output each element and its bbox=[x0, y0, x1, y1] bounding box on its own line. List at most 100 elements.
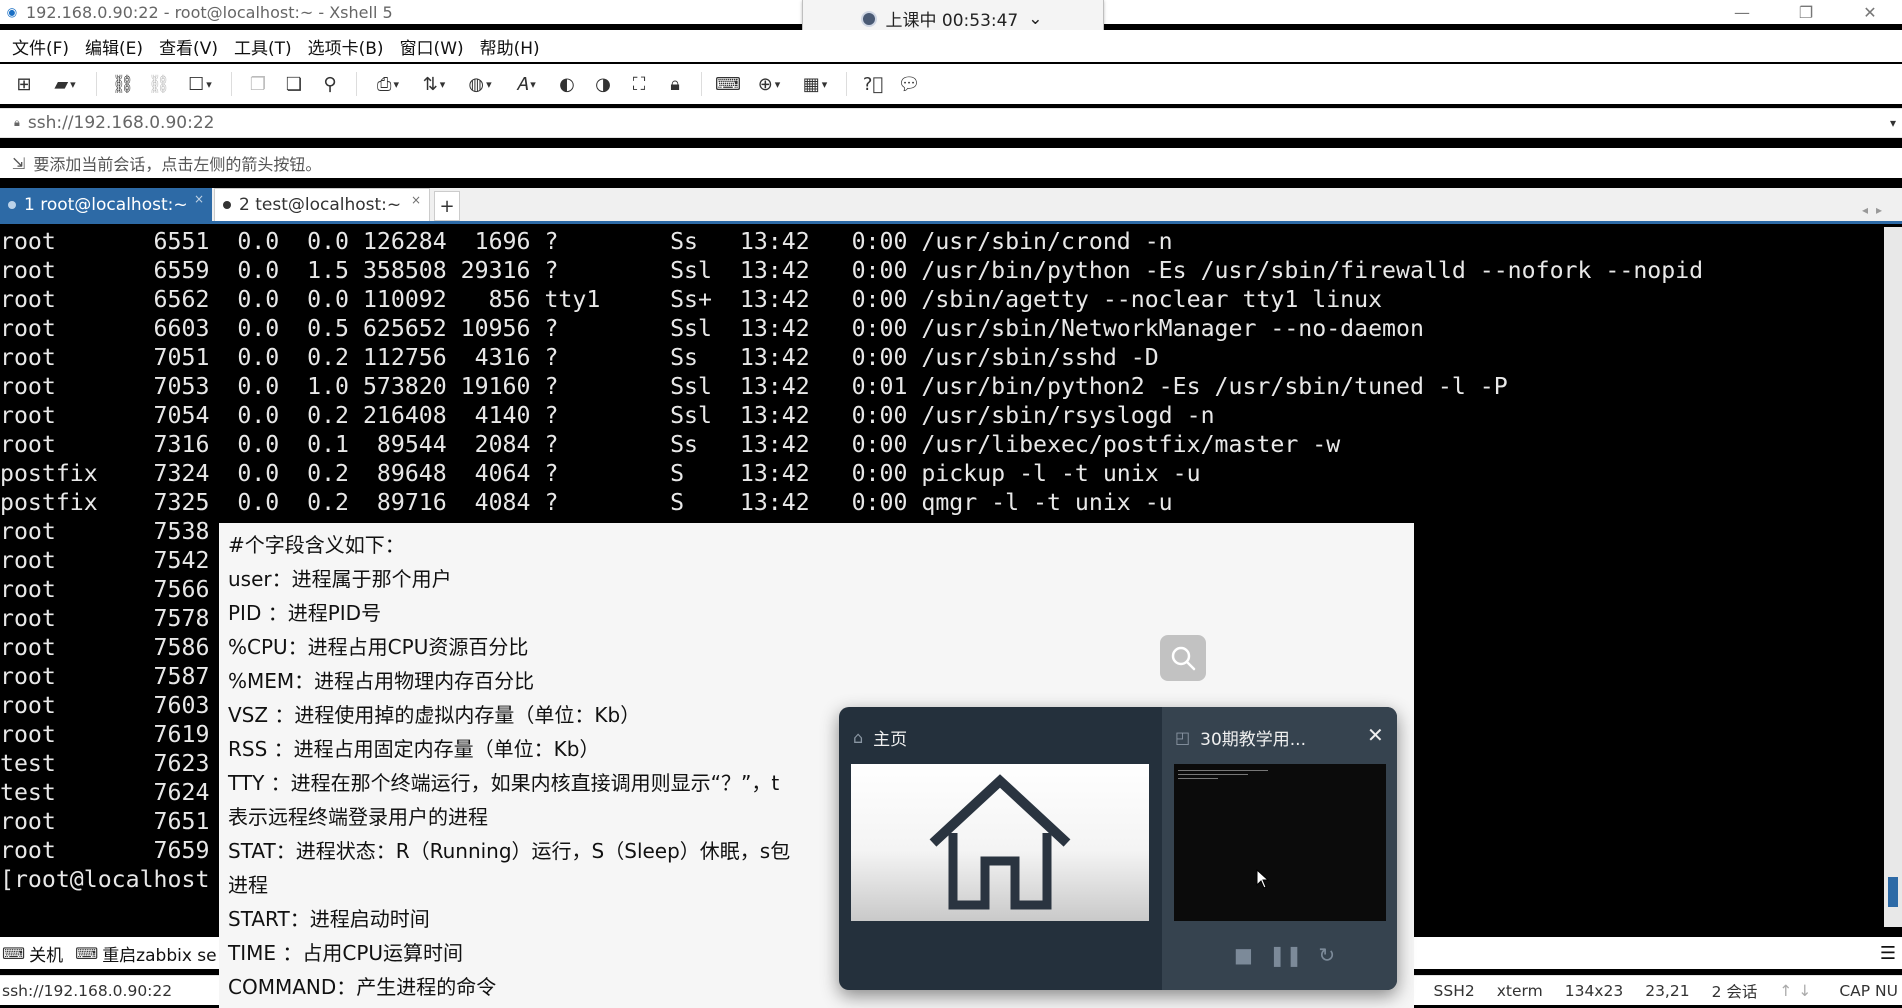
toolbar: ⊞ ▰ ⛓ ⛓ ☐ ❐ ❏ ⚲ ⎙ ⇅ ◍ 𝐴 ◐ ◑ ⛶ 🔒︎ ⌨ ⊕ ▦ ?… bbox=[0, 64, 1902, 104]
status-url: ssh://192.168.0.90:22 bbox=[2, 981, 173, 1000]
quick-command-restart-zabbix[interactable]: ⌨ 重启zabbix se bbox=[75, 941, 217, 966]
switcher-home-card-title: ⌂ 主页 bbox=[853, 725, 907, 750]
chevron-down-icon[interactable]: ⌄ bbox=[1028, 9, 1042, 29]
terminal-line: root 6551 0.0 0.0 126284 1696 ? Ss 13:42… bbox=[0, 228, 1173, 255]
toolbar-divider bbox=[356, 72, 357, 96]
find-icon[interactable]: ⚲ bbox=[316, 70, 344, 98]
paste-icon[interactable]: ❏ bbox=[280, 70, 308, 98]
session-hint-text: 要添加当前会话，点击左侧的箭头按钮。 bbox=[33, 155, 322, 174]
add-tab-button[interactable]: + bbox=[434, 191, 460, 221]
hamburger-menu-icon[interactable]: ☰ bbox=[1880, 943, 1896, 964]
window-controls: — ❐ ✕ bbox=[1710, 0, 1902, 24]
xshell-app-icon: ◉ bbox=[6, 5, 18, 19]
tab-bar: 1 root@localhost:~ × 2 test@localhost:~ … bbox=[0, 188, 1902, 224]
close-tab-icon[interactable]: × bbox=[411, 193, 421, 207]
menu-tabs[interactable]: 选项卡(B) bbox=[308, 34, 384, 59]
script-icon[interactable]: ◑ bbox=[589, 70, 617, 98]
address-url: ssh://192.168.0.90:22 bbox=[27, 113, 215, 133]
menu-tools[interactable]: 工具(T) bbox=[234, 34, 292, 59]
status-term: xterm bbox=[1496, 982, 1543, 1000]
new-tab-icon[interactable]: ⊕ bbox=[750, 70, 788, 98]
status-caps: CAP NU bbox=[1839, 982, 1898, 1000]
keyboard-icon[interactable]: ⌨ bbox=[714, 70, 742, 98]
new-session-icon[interactable]: ⊞ bbox=[10, 70, 38, 98]
fullscreen-icon[interactable]: ⛶ bbox=[625, 70, 653, 98]
connect-icon[interactable]: ⛓ bbox=[109, 70, 137, 98]
close-tab-icon[interactable]: × bbox=[194, 192, 204, 206]
lock-icon[interactable]: 🔒︎ bbox=[661, 70, 689, 98]
tab-session-2[interactable]: 2 test@localhost:~ × bbox=[214, 188, 430, 221]
copy-icon[interactable]: ❐ bbox=[244, 70, 272, 98]
terminal-scrollbar[interactable] bbox=[1884, 227, 1902, 927]
thumbnail-text-line bbox=[1178, 774, 1248, 775]
status-size: 134x23 bbox=[1564, 982, 1624, 1000]
note-line: user：进程属于那个用户 bbox=[228, 567, 452, 591]
session-nav-arrows[interactable]: ↑↓ bbox=[1779, 982, 1817, 1000]
print-icon[interactable]: ⎙ bbox=[369, 70, 407, 98]
tab-status-icon bbox=[8, 200, 16, 209]
switcher-window-thumbnail[interactable] bbox=[1174, 764, 1386, 921]
tab-label: 2 test@localhost:~ bbox=[239, 195, 402, 215]
maximize-button[interactable]: ❐ bbox=[1774, 0, 1838, 24]
add-session-arrow-icon[interactable]: ⇲ bbox=[12, 154, 25, 173]
open-folder-icon[interactable]: ▰ bbox=[46, 70, 84, 98]
globe-icon[interactable]: ◍ bbox=[461, 70, 499, 98]
terminal-line: root 7316 0.0 0.1 89544 2084 ? Ss 13:42 … bbox=[0, 431, 1341, 458]
terminal-line: root 7054 0.0 0.2 216408 4140 ? Ssl 13:4… bbox=[0, 402, 1215, 429]
mouse-cursor-icon bbox=[1256, 869, 1270, 889]
chevron-down-icon[interactable]: ▾ bbox=[1890, 116, 1896, 130]
note-line: PID ：进程PID号 bbox=[228, 601, 382, 625]
menu-view[interactable]: 查看(V) bbox=[159, 34, 218, 59]
terminal-line: root 6562 0.0 0.0 110092 856 tty1 Ss+ 13… bbox=[0, 286, 1383, 313]
switcher-controls: ■ ❚❚ ↻ bbox=[1234, 943, 1335, 967]
home-icon: ⌂ bbox=[853, 728, 864, 747]
xftp-icon[interactable]: ◐ bbox=[553, 70, 581, 98]
quick-command-label: 关机 bbox=[29, 945, 64, 966]
layout-icon[interactable]: ▦ bbox=[796, 70, 834, 98]
terminal-line: postfix 7324 0.0 0.2 89648 4064 ? S 13:4… bbox=[0, 460, 1201, 487]
note-line: #个字段含义如下： bbox=[228, 533, 405, 557]
refresh-icon[interactable]: ↻ bbox=[1318, 943, 1335, 967]
tab-scroll-arrows[interactable]: ◂▸ bbox=[1862, 203, 1890, 217]
menu-window[interactable]: 窗口(W) bbox=[400, 34, 464, 59]
terminal-line: postfix 7325 0.0 0.2 89716 4084 ? S 13:4… bbox=[0, 489, 1173, 516]
toolbar-divider bbox=[701, 72, 702, 96]
minimize-button[interactable]: — bbox=[1710, 0, 1774, 24]
keyboard-icon: ⌨ bbox=[75, 943, 99, 963]
stop-icon[interactable]: ■ bbox=[1234, 943, 1253, 967]
terminal-line: root 6603 0.0 0.5 625652 10956 ? Ssl 13:… bbox=[0, 315, 1424, 342]
recording-dot-icon bbox=[863, 12, 876, 25]
search-button[interactable] bbox=[1160, 635, 1206, 681]
task-switcher-popup: ⌂ 主页 ◰ 30期教学用... ✕ ■ ❚❚ ↻ bbox=[839, 707, 1397, 990]
quick-command-label: 重启zabbix se bbox=[102, 945, 217, 966]
font-icon[interactable]: 𝐴 bbox=[507, 70, 545, 98]
note-line: %MEM：进程占用物理内存百分比 bbox=[228, 669, 535, 693]
tab-status-icon bbox=[223, 201, 231, 209]
switcher-close-icon[interactable]: ✕ bbox=[1367, 723, 1384, 747]
switcher-home-thumbnail[interactable] bbox=[851, 764, 1149, 921]
session-hint-bar: ⇲ 要添加当前会话，点击左侧的箭头按钮。 bbox=[0, 148, 1902, 178]
properties-icon[interactable]: ☐ bbox=[181, 70, 219, 98]
address-bar[interactable]: 🔒︎ ssh://192.168.0.90:22 ▾ bbox=[0, 108, 1902, 138]
scrollbar-thumb[interactable] bbox=[1888, 877, 1898, 907]
chat-icon[interactable]: 💬︎ bbox=[895, 70, 923, 98]
switcher-window-title: 30期教学用... bbox=[1200, 730, 1306, 750]
close-window-button[interactable]: ✕ bbox=[1838, 0, 1902, 24]
thumbnail-text-line bbox=[1178, 778, 1218, 779]
tab-session-1[interactable]: 1 root@localhost:~ × bbox=[0, 188, 212, 221]
tab-label: 1 root@localhost:~ bbox=[24, 194, 188, 215]
window-icon: ◰ bbox=[1175, 728, 1191, 747]
help-icon[interactable]: ?⃝ bbox=[859, 70, 887, 98]
menu-edit[interactable]: 编辑(E) bbox=[85, 34, 143, 59]
quick-command-shutdown[interactable]: ⌨ 关机 bbox=[2, 941, 63, 966]
window-title: 192.168.0.90:22 - root@localhost:~ - Xsh… bbox=[26, 2, 393, 22]
toolbar-divider bbox=[231, 72, 232, 96]
disconnect-icon[interactable]: ⛓ bbox=[145, 70, 173, 98]
keyboard-icon: ⌨ bbox=[2, 943, 26, 963]
transfer-icon[interactable]: ⇅ bbox=[415, 70, 453, 98]
menu-file[interactable]: 文件(F) bbox=[12, 34, 69, 59]
menu-help[interactable]: 帮助(H) bbox=[480, 34, 540, 59]
recording-label: 上课中 00:53:47 bbox=[885, 11, 1019, 31]
pause-icon[interactable]: ❚❚ bbox=[1269, 943, 1303, 967]
lock-icon: 🔒︎ bbox=[14, 116, 20, 129]
